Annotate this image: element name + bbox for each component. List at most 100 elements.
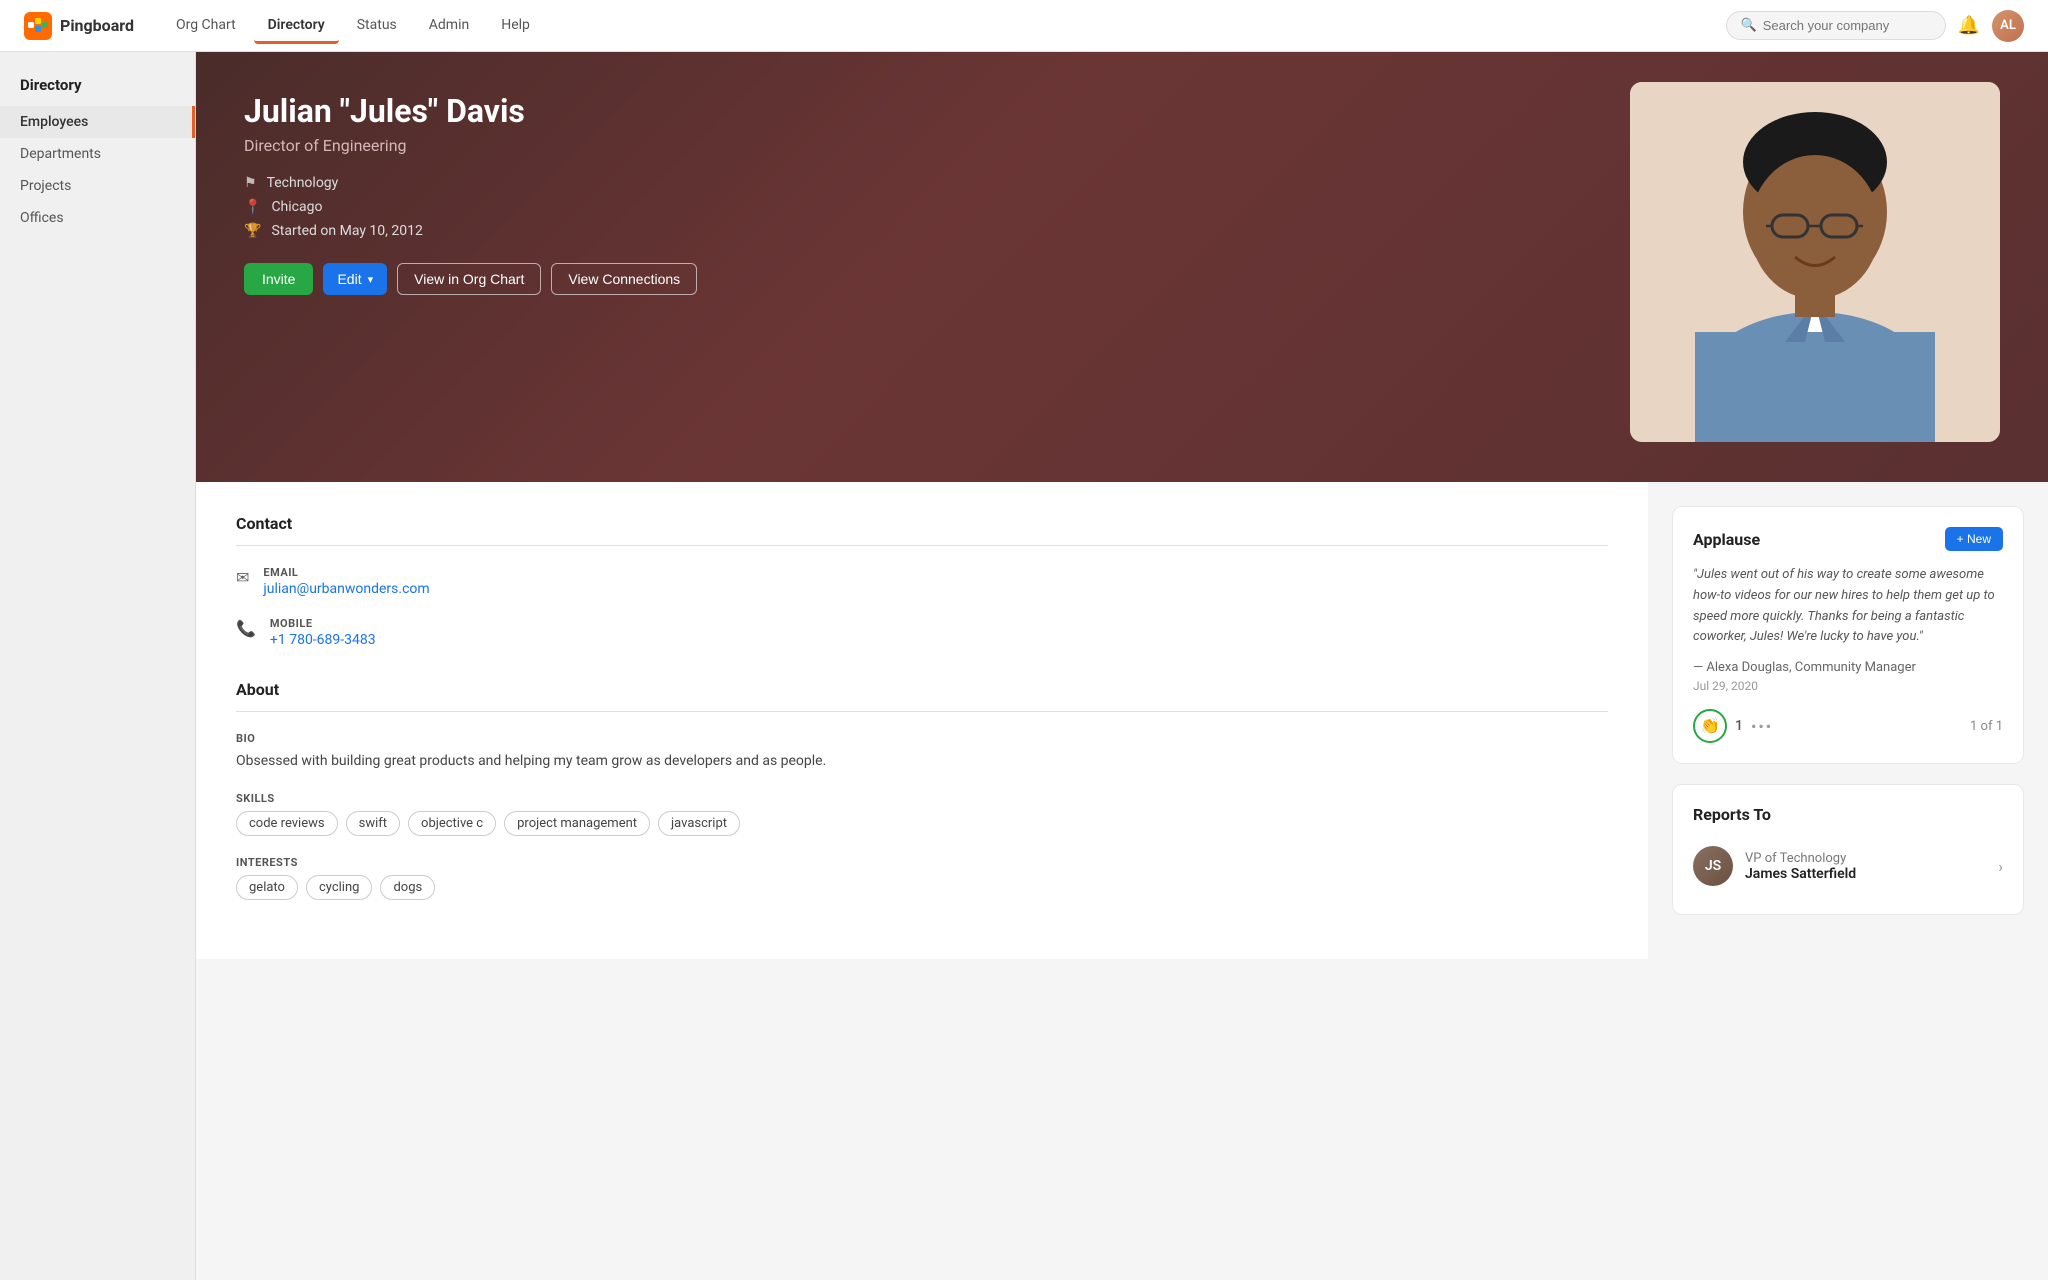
bio-label: BIO <box>236 732 1608 745</box>
contact-section: Contact ✉ EMAIL julian@urbanwonders.com … <box>236 514 1608 648</box>
applause-emoji-button[interactable]: 👏 <box>1693 709 1727 743</box>
sidebar: Directory Employees Departments Projects… <box>0 52 196 1280</box>
email-info: EMAIL julian@urbanwonders.com <box>263 566 429 597</box>
interest-tag-0: gelato <box>236 875 298 900</box>
top-navigation: Pingboard Org Chart Directory Status Adm… <box>0 0 2048 52</box>
mobile-info: MOBILE +1 780-689-3483 <box>270 617 376 648</box>
location-label: Chicago <box>271 199 322 215</box>
skills-label: SKILLS <box>236 792 1608 805</box>
reaction-more-button[interactable]: ••• <box>1751 717 1773 736</box>
location-icon: 📍 <box>244 199 261 215</box>
view-connections-button[interactable]: View Connections <box>551 263 697 295</box>
user-initials: AL <box>2000 18 2016 33</box>
contact-section-title: Contact <box>236 514 1608 546</box>
email-value[interactable]: julian@urbanwonders.com <box>263 581 429 597</box>
sidebar-item-employees[interactable]: Employees <box>0 106 195 138</box>
email-icon: ✉ <box>236 568 249 587</box>
nav-help[interactable]: Help <box>487 9 544 44</box>
invite-button[interactable]: Invite <box>244 263 313 295</box>
profile-photo <box>1630 82 2000 442</box>
applause-title: Applause <box>1693 530 1760 549</box>
applause-quote: "Jules went out of his way to create som… <box>1693 565 2003 648</box>
profile-name: Julian "Jules" Davis <box>244 92 1590 130</box>
nav-admin[interactable]: Admin <box>415 9 483 44</box>
nav-status[interactable]: Status <box>343 9 411 44</box>
page-layout: Directory Employees Departments Projects… <box>0 0 2048 1280</box>
interest-tag-2: dogs <box>380 875 435 900</box>
below-banner: Contact ✉ EMAIL julian@urbanwonders.com … <box>196 482 2048 959</box>
applause-card-header: Applause + New <box>1693 527 2003 551</box>
email-label: EMAIL <box>263 566 429 579</box>
mobile-value[interactable]: +1 780-689-3483 <box>270 632 376 648</box>
edit-chevron-icon: ▾ <box>368 273 374 286</box>
profile-job-title: Director of Engineering <box>244 136 1590 155</box>
reports-to-chevron-icon: › <box>1998 857 2003 876</box>
interests-tags: gelato cycling dogs <box>236 875 1608 900</box>
start-date-label: Started on May 10, 2012 <box>271 223 422 239</box>
right-panel: Applause + New "Jules went out of his wa… <box>1648 482 2048 959</box>
applause-date: Jul 29, 2020 <box>1693 679 2003 693</box>
interest-tag-1: cycling <box>306 875 372 900</box>
skill-tag-3: project management <box>504 811 650 836</box>
interests-label: INTERESTS <box>236 856 1608 869</box>
search-box[interactable]: 🔍 <box>1726 11 1946 40</box>
department-meta: ⚑ Technology <box>244 175 1590 191</box>
skill-tag-1: swift <box>346 811 400 836</box>
search-input[interactable] <box>1763 18 1931 33</box>
applause-attribution: — Alexa Douglas, Community Manager <box>1693 660 2003 675</box>
applause-footer: 👏 1 ••• 1 of 1 <box>1693 709 2003 743</box>
sidebar-item-projects[interactable]: Projects <box>0 170 195 202</box>
reports-to-row[interactable]: JS VP of Technology James Satterfield › <box>1693 838 2003 894</box>
location-meta: 📍 Chicago <box>244 199 1590 215</box>
skill-tag-0: code reviews <box>236 811 338 836</box>
applause-reaction: 👏 1 ••• <box>1693 709 1773 743</box>
profile-meta: ⚑ Technology 📍 Chicago 🏆 Started on May … <box>244 175 1590 239</box>
sidebar-item-departments[interactable]: Departments <box>0 138 195 170</box>
nav-links: Org Chart Directory Status Admin Help <box>162 9 1726 43</box>
profile-info: Julian "Jules" Davis Director of Enginee… <box>244 92 1590 295</box>
notification-bell-button[interactable]: 🔔 <box>1958 15 1980 36</box>
profile-actions: Invite Edit ▾ View in Org Chart View Con… <box>244 263 1590 295</box>
nav-directory[interactable]: Directory <box>254 9 339 44</box>
applause-card: Applause + New "Jules went out of his wa… <box>1672 506 2024 764</box>
left-panel: Contact ✉ EMAIL julian@urbanwonders.com … <box>196 482 1648 959</box>
search-icon: 🔍 <box>1741 18 1757 33</box>
reports-avatar-placeholder: JS <box>1693 846 1733 886</box>
view-org-chart-button[interactable]: View in Org Chart <box>397 263 541 295</box>
main-content: Julian "Jules" Davis Director of Enginee… <box>196 52 2048 1280</box>
edit-label: Edit <box>337 271 361 287</box>
skills-tags: code reviews swift objective c project m… <box>236 811 1608 836</box>
department-icon: ⚑ <box>244 175 257 191</box>
sidebar-title: Directory <box>0 76 195 106</box>
skill-tag-2: objective c <box>408 811 496 836</box>
profile-banner: Julian "Jules" Davis Director of Enginee… <box>196 52 2048 482</box>
applause-pagination: 1 of 1 <box>1970 719 2003 734</box>
reports-to-header: Reports To <box>1693 805 2003 824</box>
skill-tag-4: javascript <box>658 811 740 836</box>
sidebar-item-offices[interactable]: Offices <box>0 202 195 234</box>
reports-avatar: JS <box>1693 846 1733 886</box>
reports-to-role: VP of Technology <box>1745 851 1856 866</box>
start-date-meta: 🏆 Started on May 10, 2012 <box>244 223 1590 239</box>
logo[interactable]: Pingboard <box>24 12 134 40</box>
about-section-title: About <box>236 680 1608 712</box>
new-applause-button[interactable]: + New <box>1945 527 2003 551</box>
email-row: ✉ EMAIL julian@urbanwonders.com <box>236 566 1608 597</box>
logo-text: Pingboard <box>60 16 134 35</box>
mobile-row: 📞 MOBILE +1 780-689-3483 <box>236 617 1608 648</box>
reports-to-card: Reports To JS VP of Technology James Sat… <box>1672 784 2024 915</box>
user-avatar[interactable]: AL <box>1992 10 2024 42</box>
department-label: Technology <box>267 175 339 191</box>
nav-right: 🔍 🔔 AL <box>1726 10 2024 42</box>
start-date-icon: 🏆 <box>244 223 261 239</box>
reaction-count: 1 <box>1735 718 1743 734</box>
about-section: About BIO Obsessed with building great p… <box>236 680 1608 900</box>
reports-to-info: VP of Technology James Satterfield <box>1745 851 1856 882</box>
bio-value: Obsessed with building great products an… <box>236 751 1608 772</box>
edit-button[interactable]: Edit ▾ <box>323 263 387 295</box>
reports-to-title: Reports To <box>1693 805 1771 824</box>
reports-to-name: James Satterfield <box>1745 866 1856 882</box>
nav-org-chart[interactable]: Org Chart <box>162 9 250 44</box>
profile-photo-placeholder <box>1630 82 2000 442</box>
mobile-label: MOBILE <box>270 617 376 630</box>
